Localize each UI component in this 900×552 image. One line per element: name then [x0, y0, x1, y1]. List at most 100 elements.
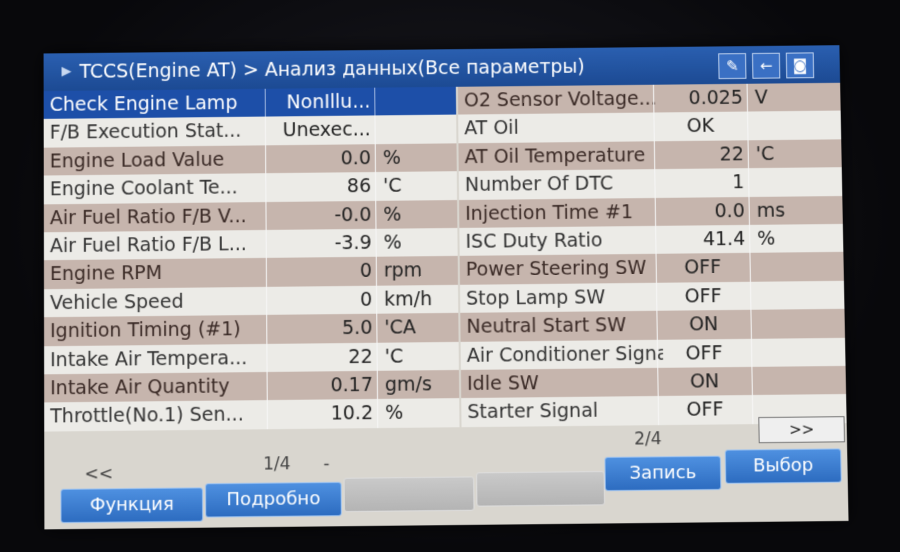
parameter-name: Air Fuel Ratio F/B V...	[49, 204, 247, 229]
function-button[interactable]: Функция	[60, 487, 204, 524]
right-table-row[interactable]: Power Steering SW OFF	[459, 252, 844, 285]
parameter-name: Number Of DTC	[464, 172, 614, 197]
parameter-unit	[749, 252, 848, 281]
right-table-row[interactable]: Idle SW ON	[460, 365, 847, 399]
left-table-row[interactable]: Intake Air Quantity 0.17 gm/s	[44, 369, 460, 403]
empty-button-1[interactable]	[343, 476, 475, 513]
parameter-value: OFF	[684, 284, 722, 308]
right-parameter-table: O2 Sensor Voltage... 0.025 V AT Oil OK AT Oil…	[457, 82, 849, 427]
parameter-value: ON	[688, 313, 719, 336]
left-table-row[interactable]: Air Fuel Ratio F/B L... -3.9%	[43, 227, 458, 261]
left-table-row[interactable]: Air Fuel Ratio F/B V... -0.0%	[43, 199, 458, 233]
parameter-name: Check Engine Lamp	[49, 92, 238, 116]
camera-icon[interactable]: ◙	[785, 52, 815, 79]
parameter-name: Throttle(No.1) Sen...	[50, 403, 244, 428]
page-title: TCCS(Engine AT) > Анализ данных(Все пара…	[79, 55, 585, 83]
parameter-unit: %	[383, 231, 402, 254]
left-page-indicator: 1/4	[263, 454, 291, 475]
parameter-unit	[374, 115, 464, 144]
parameter-unit: %	[385, 401, 404, 425]
parameter-name: Injection Time #1	[465, 200, 634, 225]
page-dash: -	[323, 453, 330, 474]
parameter-value: 1	[731, 171, 745, 194]
parameter-value: 0.17	[330, 373, 373, 397]
parameter-unit: ms	[756, 199, 786, 222]
left-table-row[interactable]: Engine Coolant Te... 86 'C	[43, 171, 458, 204]
parameter-name: Starter Signal	[467, 399, 599, 424]
parameter-name: Idle SW	[466, 372, 539, 395]
right-page-indicator: 2/4	[634, 429, 662, 450]
parameter-unit: 'CA	[384, 316, 417, 339]
details-button[interactable]: Подробно	[205, 481, 342, 518]
parameter-name: Intake Air Tempera...	[50, 346, 248, 371]
parameter-value: Unexec...	[282, 118, 371, 142]
parameter-unit	[750, 309, 848, 338]
column-divider	[265, 201, 267, 230]
parameter-value: 10.2	[330, 402, 374, 425]
next-page-button[interactable]: >>	[758, 416, 846, 444]
column-divider	[265, 258, 267, 287]
parameter-value: OFF	[685, 341, 723, 365]
parameter-value: 22	[719, 143, 744, 166]
left-table-row[interactable]: Engine Load Value 0.0%	[43, 143, 457, 176]
parameter-value: 5.0	[342, 316, 373, 340]
parameter-value: 0.0	[340, 147, 371, 170]
left-table-row[interactable]: Engine RPM 0 rpm	[43, 256, 458, 289]
left-table-row[interactable]: Vehicle Speed 0 km/h	[43, 284, 459, 318]
parameter-value: 0.025	[688, 86, 743, 110]
right-table-row[interactable]: O2 Sensor Voltage... 0.025 V	[457, 82, 841, 115]
left-table-row[interactable]: Throttle(No.1) Sen... 10.2%	[44, 398, 460, 432]
parameter-name: Intake Air Quantity	[50, 375, 230, 400]
left-table-row[interactable]: Check Engine Lamp NonIllu...	[43, 86, 457, 120]
parameter-name: Neutral Start SW	[466, 314, 627, 338]
right-table-row[interactable]: ISC Duty Ratio 41.4%	[459, 223, 844, 257]
parameter-unit: 'C	[384, 345, 404, 368]
pencil-icon[interactable]: ✎	[718, 53, 747, 80]
right-table-row[interactable]: AT Oil OK	[458, 110, 842, 144]
column-divider	[265, 229, 267, 259]
parameter-value: NonIllu...	[286, 90, 371, 114]
back-arrow-icon[interactable]: ←	[751, 52, 781, 79]
empty-button-2[interactable]	[476, 471, 606, 507]
parameter-unit: 'C	[382, 174, 402, 198]
parameter-unit	[374, 87, 464, 116]
parameter-unit: 'C	[755, 142, 775, 165]
parameter-value: 0.0	[714, 199, 745, 222]
parameter-name: Engine RPM	[49, 262, 163, 286]
column-divider	[265, 173, 267, 202]
right-table-row[interactable]: Neutral Start SW ON	[460, 308, 848, 342]
parameter-name: Stop Lamp SW	[466, 286, 606, 310]
left-table-row[interactable]: Intake Air Tempera... 22 'C	[44, 341, 459, 375]
parameter-name: F/B Execution Stat...	[49, 120, 242, 145]
parameter-value: 22	[348, 345, 373, 368]
parameter-value: OFF	[686, 398, 724, 422]
parameter-value: -3.9	[334, 231, 372, 255]
right-table-row[interactable]: Air Conditioner Signal OFF	[460, 337, 849, 370]
parameter-unit	[751, 337, 849, 367]
parameter-value: 0	[359, 288, 373, 311]
column-divider	[264, 88, 266, 117]
left-table-row[interactable]: Ignition Timing (#1) 5.0 'CA	[44, 312, 459, 346]
left-table-row[interactable]: F/B Execution Stat... Unexec...	[43, 114, 457, 148]
right-table-row[interactable]: AT Oil Temperature 22 'C	[458, 139, 842, 172]
parameter-name: Engine Coolant Te...	[49, 176, 238, 201]
parameter-unit	[747, 111, 849, 140]
parameter-unit: km/h	[384, 287, 433, 311]
select-button[interactable]: Выбор	[724, 448, 842, 484]
parameter-name: Air Fuel Ratio F/B L...	[49, 233, 247, 258]
right-table-row[interactable]: Stop Lamp SW OFF	[459, 280, 845, 313]
parameter-name: AT Oil	[464, 117, 519, 140]
prev-page-button[interactable]: <<	[84, 464, 113, 484]
column-divider	[266, 314, 268, 344]
parameter-name: Air Conditioner Signal	[466, 342, 664, 367]
parameter-value: OFF	[684, 256, 722, 279]
parameter-name: ISC Duty Ratio	[465, 229, 603, 253]
right-table-row[interactable]: Injection Time #1 0.0 ms	[459, 195, 843, 228]
parameter-unit: %	[383, 203, 402, 226]
parameter-value: ON	[689, 370, 720, 393]
record-button[interactable]: Запись	[604, 455, 722, 492]
right-table-row[interactable]: Number Of DTC 1	[458, 167, 843, 200]
column-divider	[266, 343, 268, 372]
parameter-unit	[748, 167, 849, 196]
parameter-unit: rpm	[383, 259, 423, 282]
